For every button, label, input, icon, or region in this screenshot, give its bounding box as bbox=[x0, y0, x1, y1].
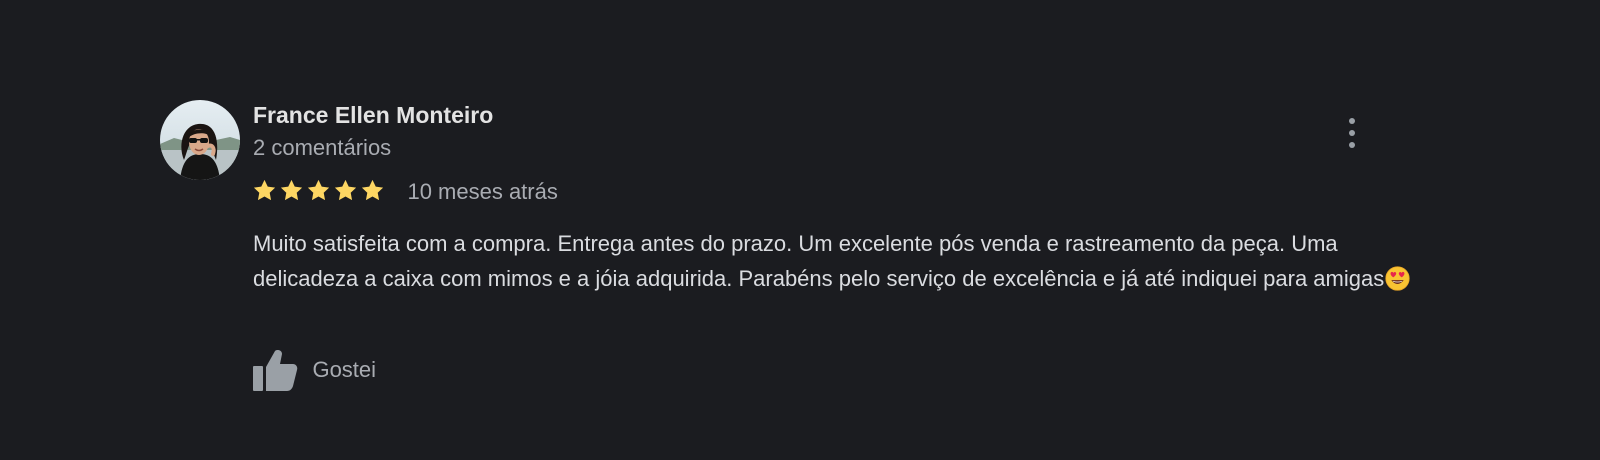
review-card: France Ellen Monteiro 2 comentários 10 m… bbox=[160, 100, 1440, 410]
more-vert-icon-dot bbox=[1349, 118, 1355, 124]
heart-eyes-emoji-icon bbox=[1385, 266, 1410, 291]
review-text: Muito satisfeita com a compra. Entrega a… bbox=[253, 226, 1423, 296]
star-icon bbox=[307, 179, 330, 200]
thumbs-up-icon bbox=[253, 350, 298, 391]
author-review-count: 2 comentários bbox=[253, 135, 392, 160]
rating-row: 10 meses atrás bbox=[252, 179, 558, 209]
like-button[interactable]: Gostei bbox=[252, 348, 376, 392]
review-body: Muito satisfeita com a compra. Entrega a… bbox=[253, 231, 1385, 291]
star-icon bbox=[361, 179, 384, 200]
more-vert-icon-dot bbox=[1349, 142, 1355, 148]
avatar-photo bbox=[160, 100, 240, 180]
star-icon bbox=[334, 179, 357, 200]
more-options-button[interactable] bbox=[1340, 116, 1364, 150]
star-rating bbox=[252, 178, 387, 203]
star-icon bbox=[253, 179, 276, 200]
star-icon bbox=[280, 179, 303, 200]
author-name[interactable]: France Ellen Monteiro bbox=[253, 102, 493, 129]
like-label: Gostei bbox=[312, 357, 377, 382]
review-date: 10 meses atrás bbox=[407, 179, 558, 204]
avatar[interactable] bbox=[160, 100, 240, 180]
more-vert-icon-dot bbox=[1349, 130, 1355, 136]
